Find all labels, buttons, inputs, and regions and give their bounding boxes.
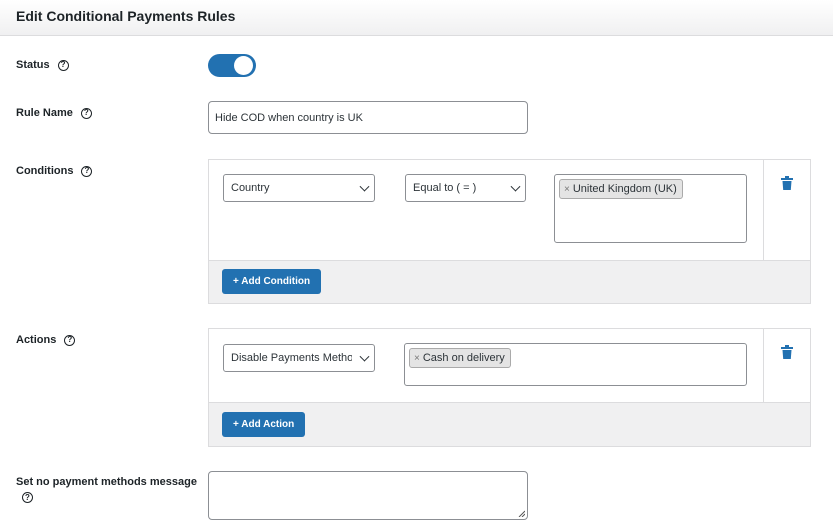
- help-icon[interactable]: ?: [22, 492, 33, 503]
- chevron-down-icon: [359, 351, 370, 362]
- no-payment-message-label: Set no payment methods message: [16, 476, 197, 488]
- page-title: Edit Conditional Payments Rules: [16, 8, 236, 24]
- tag-remove-icon[interactable]: ×: [564, 184, 570, 195]
- status-toggle[interactable]: [208, 54, 256, 77]
- resize-handle-icon[interactable]: [518, 510, 525, 517]
- conditions-label-row: Conditions ?: [16, 165, 93, 177]
- action-type-value: Disable Payments Methods: [231, 352, 352, 364]
- trash-icon[interactable]: [781, 176, 793, 190]
- conditions-panel: Country Equal to ( = ) × United Kingdom …: [208, 159, 811, 304]
- help-icon[interactable]: ?: [80, 107, 92, 119]
- rule-name-label-row: Rule Name ?: [16, 107, 92, 119]
- conditions-label: Conditions: [16, 165, 74, 177]
- condition-operator-value: Equal to ( = ): [413, 182, 477, 194]
- condition-field-value: Country: [231, 182, 270, 194]
- actions-label-row: Actions ?: [16, 334, 76, 346]
- chevron-down-icon: [359, 181, 370, 192]
- chevron-down-icon: [510, 181, 521, 192]
- status-label: Status: [16, 59, 50, 71]
- help-icon[interactable]: ?: [57, 59, 69, 71]
- trash-icon[interactable]: [781, 345, 793, 359]
- actions-label: Actions: [16, 334, 57, 346]
- rule-name-value: Hide COD when country is UK: [215, 111, 363, 124]
- condition-value-multiselect[interactable]: × United Kingdom (UK): [554, 174, 747, 243]
- add-action-button[interactable]: + Add Action: [222, 412, 306, 437]
- tag-remove-icon[interactable]: ×: [414, 353, 420, 364]
- condition-value-tag: × United Kingdom (UK): [559, 179, 683, 199]
- add-condition-button[interactable]: + Add Condition: [222, 269, 322, 294]
- action-value-multiselect[interactable]: × Cash on delivery: [404, 343, 747, 386]
- panel-divider: [763, 160, 764, 261]
- help-icon[interactable]: ?: [81, 165, 93, 177]
- status-label-row: Status ?: [16, 59, 69, 71]
- rule-name-input[interactable]: Hide COD when country is UK: [208, 101, 528, 134]
- actions-footer: + Add Action: [209, 402, 810, 446]
- tag-label: United Kingdom (UK): [572, 183, 677, 195]
- rule-name-label: Rule Name: [16, 107, 73, 119]
- conditions-footer: + Add Condition: [209, 260, 810, 303]
- no-payment-message-textarea[interactable]: [208, 471, 528, 520]
- actions-panel: Disable Payments Methods × Cash on deliv…: [208, 328, 811, 447]
- panel-divider: [763, 329, 764, 404]
- help-icon[interactable]: ?: [64, 334, 76, 346]
- page-header: Edit Conditional Payments Rules: [0, 0, 833, 36]
- condition-operator-select[interactable]: Equal to ( = ): [405, 174, 526, 202]
- toggle-knob: [234, 56, 253, 75]
- tag-label: Cash on delivery: [422, 352, 505, 364]
- condition-field-select[interactable]: Country: [223, 174, 375, 202]
- action-type-select[interactable]: Disable Payments Methods: [223, 344, 375, 372]
- action-value-tag: × Cash on delivery: [409, 348, 511, 368]
